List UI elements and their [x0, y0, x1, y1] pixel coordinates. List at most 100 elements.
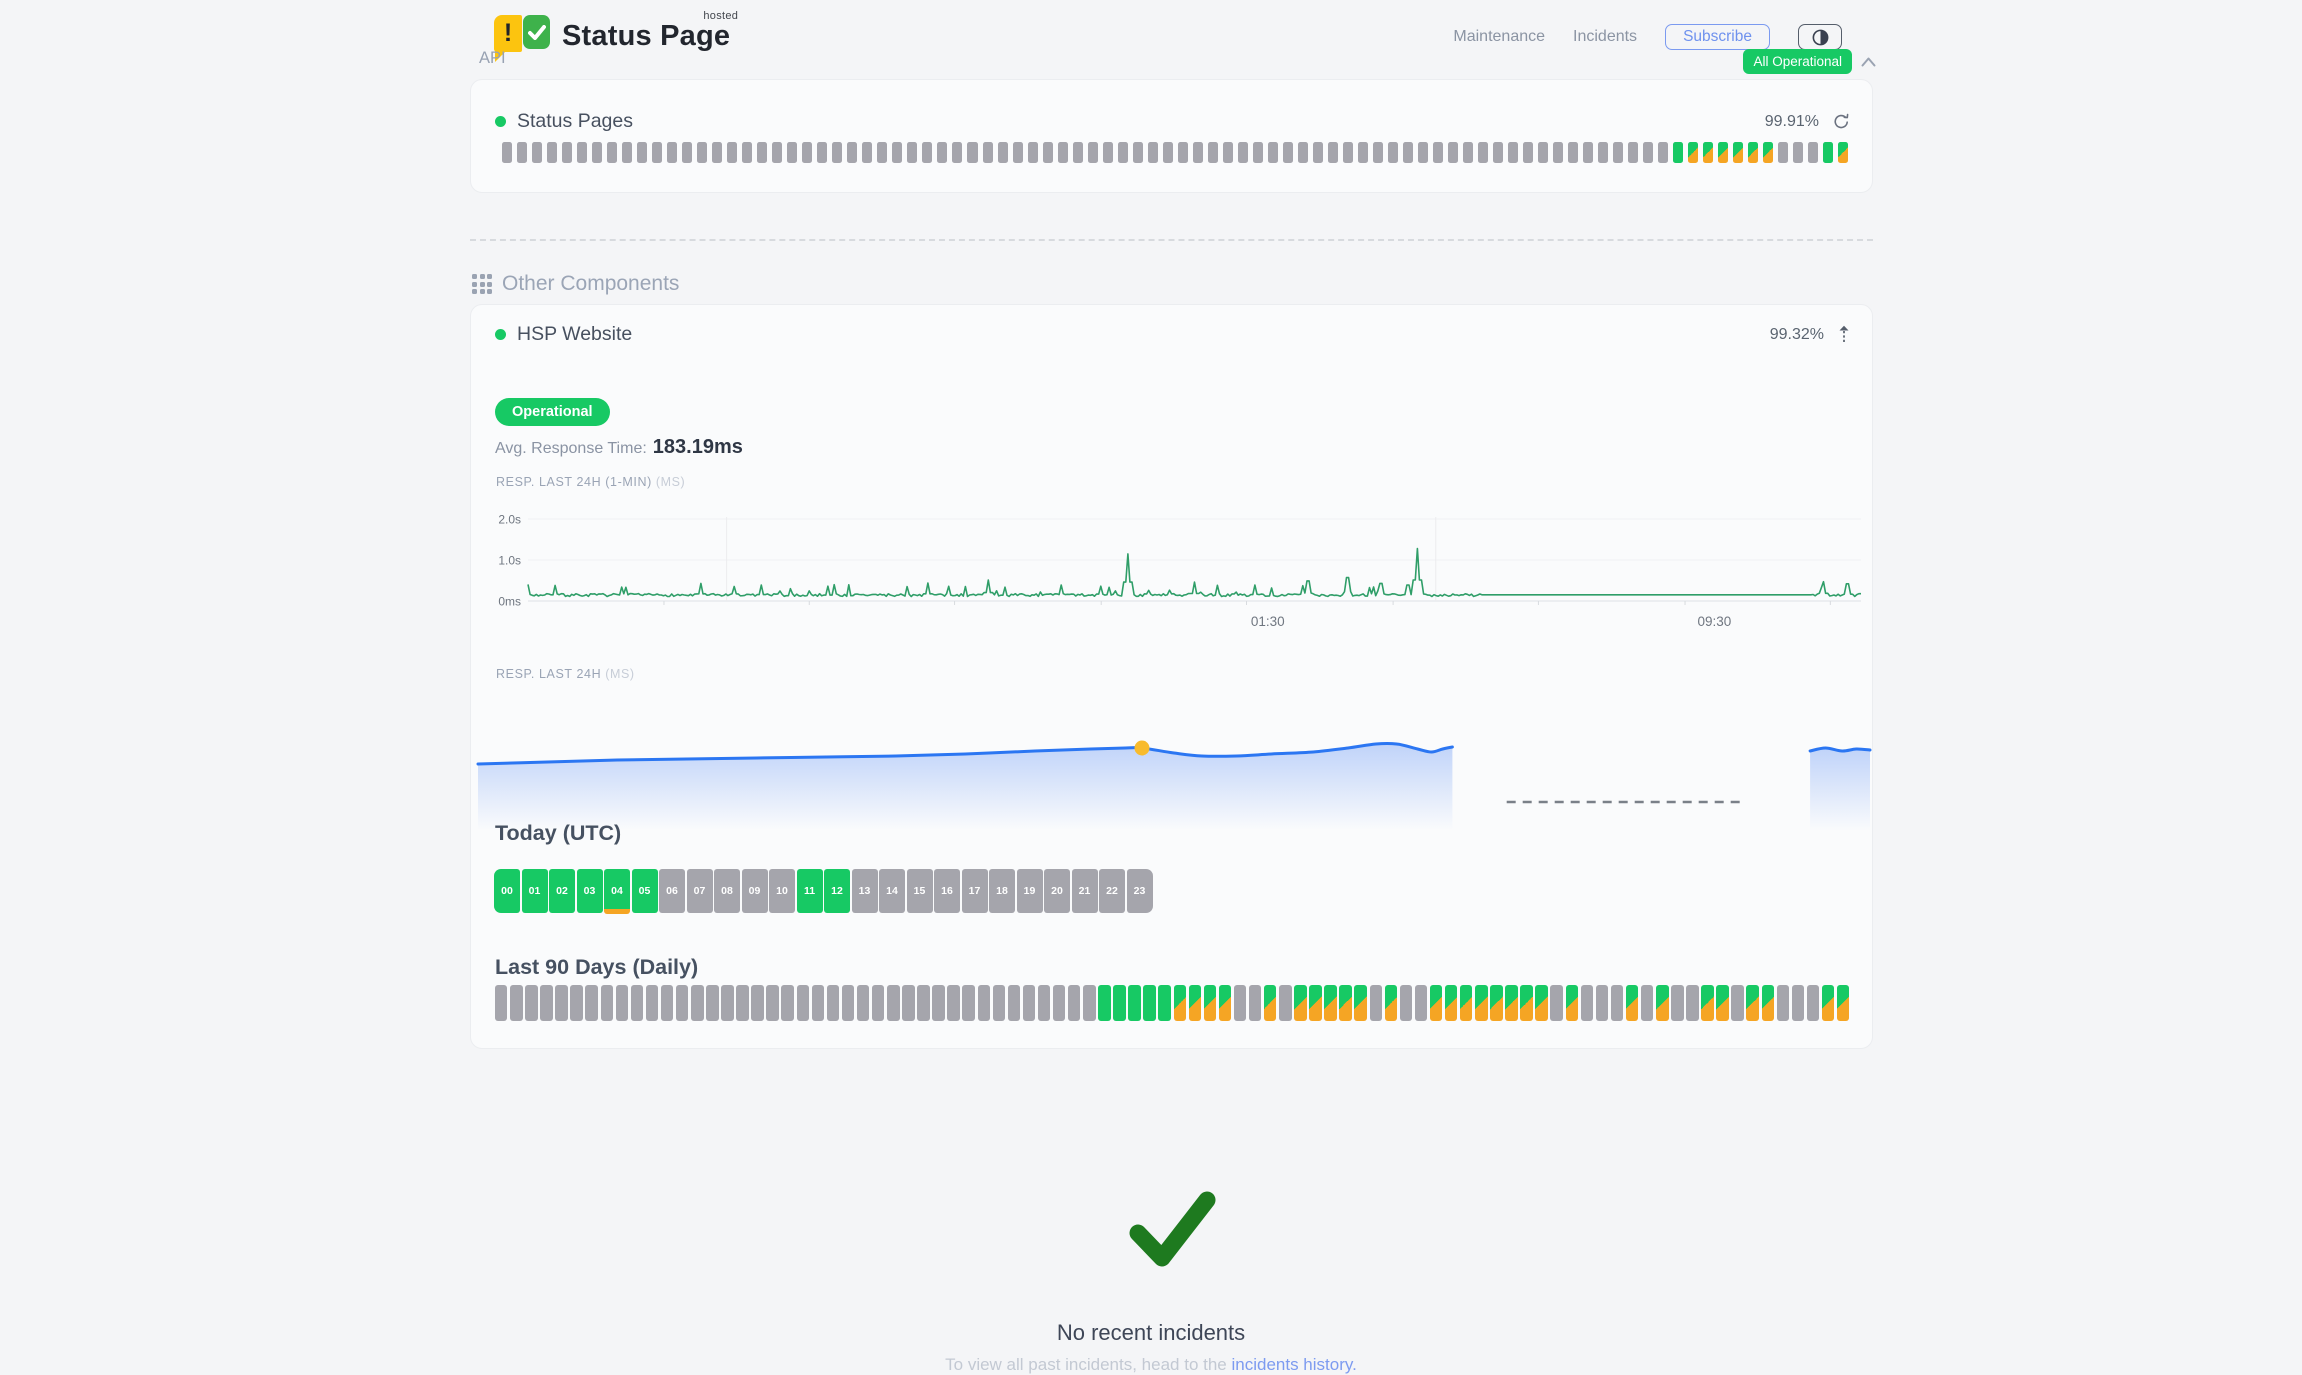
uptime-bar-degraded: [1294, 985, 1306, 1021]
nav-link-maintenance[interactable]: Maintenance: [1453, 28, 1545, 46]
operational-badge: Operational: [495, 398, 610, 426]
api-component-card: Status Pages 99.91%: [470, 79, 1873, 193]
hour-box-12: 12: [824, 869, 850, 913]
uptime-bar-empty: [1493, 142, 1503, 163]
logo-hosted-label: hosted: [703, 10, 738, 22]
uptime-bar-empty: [887, 985, 899, 1021]
uptime-bar-empty: [1283, 142, 1293, 163]
hour-box-09: 09: [742, 869, 768, 913]
uptime-bar: [1234, 985, 1246, 1021]
uptime-bar-empty: [857, 985, 869, 1021]
uptime-bar-empty: [607, 142, 617, 163]
hour-box-06: 06: [659, 869, 685, 913]
trend-up-icon[interactable]: [1838, 325, 1850, 344]
uptime-bar-empty: [1013, 142, 1023, 163]
uptime-bar-empty: [1448, 142, 1458, 163]
uptime-bar-operational: [1128, 985, 1140, 1021]
uptime-bar-empty: [616, 985, 628, 1021]
uptime-percent: 99.91%: [1765, 113, 1819, 131]
svg-text:1.0s: 1.0s: [498, 554, 521, 568]
uptime-bar-empty: [577, 142, 587, 163]
uptime-bar-empty: [787, 142, 797, 163]
uptime-bar: [1400, 985, 1412, 1021]
uptime-bar-operational: [1823, 142, 1833, 163]
top-navigation: Maintenance Incidents Subscribe: [1453, 24, 1842, 50]
uptime-bar-empty: [601, 985, 613, 1021]
logo-title-text: Status Page: [562, 20, 730, 52]
uptime-bar-empty: [1083, 985, 1095, 1021]
hour-box-22: 22: [1099, 869, 1125, 913]
uptime-bar-empty: [1538, 142, 1548, 163]
chevron-up-icon[interactable]: [1861, 57, 1876, 67]
overall-status-row: All Operational: [1743, 49, 1876, 74]
uptime-bar-empty: [842, 985, 854, 1021]
uptime-bar-degraded: [1219, 985, 1231, 1021]
uptime-bar-empty: [652, 142, 662, 163]
api-section-label: API: [479, 49, 506, 68]
uptime-bar: [1731, 985, 1743, 1021]
uptime-bar-degraded: [1626, 985, 1638, 1021]
nav-link-incidents[interactable]: Incidents: [1573, 28, 1637, 46]
uptime-bar-degraded: [1748, 142, 1758, 163]
uptime-bar-empty: [1388, 142, 1398, 163]
incidents-history-link[interactable]: incidents history.: [1231, 1355, 1356, 1374]
subscribe-button[interactable]: Subscribe: [1665, 24, 1770, 50]
uptime-bar: [1279, 985, 1291, 1021]
uptime-bar-empty: [1058, 142, 1068, 163]
uptime-bar-empty: [682, 142, 692, 163]
uptime-bar-empty: [932, 985, 944, 1021]
uptime-bar-empty: [1358, 142, 1368, 163]
uptime-bar-empty: [832, 142, 842, 163]
uptime-bar-empty: [1553, 142, 1563, 163]
uptime-bar-empty: [862, 142, 872, 163]
no-incidents-title: No recent incidents: [0, 1320, 2302, 1346]
no-incidents-subtext: To view all past incidents, head to the …: [0, 1355, 2302, 1375]
uptime-bar-empty: [817, 142, 827, 163]
theme-toggle-button[interactable]: [1798, 24, 1842, 50]
last90-bars: [495, 985, 1849, 1021]
website-component-card: HSP Website 99.32% Operational Avg. Resp…: [470, 304, 1873, 1049]
today-title: Today (UTC): [495, 821, 621, 846]
svg-text:2.0s: 2.0s: [498, 513, 521, 527]
uptime-bar-empty: [802, 142, 812, 163]
last90-title: Last 90 Days (Daily): [495, 955, 698, 980]
hour-box-16: 16: [934, 869, 960, 913]
logo-check-icon: [523, 15, 550, 49]
uptime-bar-empty: [877, 142, 887, 163]
uptime-bar-empty: [622, 142, 632, 163]
uptime-bar-empty: [1777, 985, 1789, 1021]
uptime-bar-empty: [495, 985, 507, 1021]
uptime-bar-degraded: [1656, 985, 1668, 1021]
uptime-bar-degraded: [1490, 985, 1502, 1021]
uptime-bar-empty: [1053, 985, 1065, 1021]
uptime-bar-degraded: [1264, 985, 1276, 1021]
uptime-bar-empty: [1793, 142, 1803, 163]
uptime-bar-empty: [1598, 142, 1608, 163]
uptime-bar-degraded: [1746, 985, 1758, 1021]
hour-box-07: 07: [687, 869, 713, 913]
hour-box-14: 14: [879, 869, 905, 913]
logo[interactable]: ! Status Pagehosted: [494, 12, 730, 62]
daily-chart-label-text: RESP. LAST 24H: [496, 667, 601, 681]
uptime-bar-degraded: [1430, 985, 1442, 1021]
uptime-bar-empty: [827, 985, 839, 1021]
uptime-bar-empty: [1133, 142, 1143, 163]
uptime-bar-empty: [1523, 142, 1533, 163]
avg-response-value: 183.19ms: [653, 436, 743, 458]
hour-box-03: 03: [577, 869, 603, 913]
uptime-bar-empty: [1568, 142, 1578, 163]
uptime-bar-degraded: [1688, 142, 1698, 163]
uptime-bar-empty: [1313, 142, 1323, 163]
logo-exclamation-icon: !: [494, 15, 522, 52]
uptime-bar-empty: [585, 985, 597, 1021]
uptime-bar-empty: [667, 142, 677, 163]
uptime-bar-degraded: [1762, 985, 1774, 1021]
hour-degraded-strip: [604, 909, 630, 914]
hour-box-04: 04: [604, 869, 630, 913]
daily-chart-unit: (MS): [605, 667, 634, 681]
uptime-bar-empty: [1403, 142, 1413, 163]
uptime-bar-empty: [872, 985, 884, 1021]
hour-box-21: 21: [1072, 869, 1098, 913]
uptime-bar-degraded: [1460, 985, 1472, 1021]
refresh-icon[interactable]: [1833, 113, 1850, 130]
